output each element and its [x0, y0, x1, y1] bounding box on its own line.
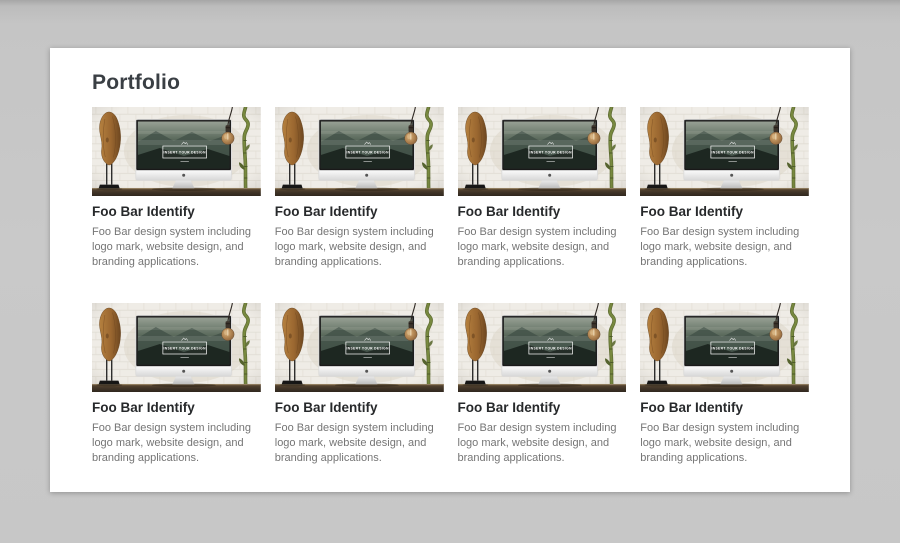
imac-mockup-image	[92, 107, 261, 196]
portfolio-card-title[interactable]: Foo Bar Identify	[92, 204, 261, 220]
portfolio-thumbnail[interactable]	[458, 107, 627, 196]
portfolio-card-title[interactable]: Foo Bar Identify	[640, 400, 809, 416]
portfolio-card: Foo Bar Identify Foo Bar design system i…	[640, 303, 809, 466]
portfolio-card-title[interactable]: Foo Bar Identify	[275, 204, 444, 220]
portfolio-thumbnail[interactable]	[640, 303, 809, 392]
portfolio-card-title[interactable]: Foo Bar Identify	[640, 204, 809, 220]
portfolio-card-title[interactable]: Foo Bar Identify	[458, 400, 627, 416]
portfolio-card-title[interactable]: Foo Bar Identify	[92, 400, 261, 416]
portfolio-card-description: Foo Bar design system including logo mar…	[640, 421, 809, 466]
imac-mockup-image	[458, 303, 627, 392]
portfolio-card: Foo Bar Identify Foo Bar design system i…	[458, 107, 627, 270]
portfolio-card: Foo Bar Identify Foo Bar design system i…	[640, 107, 809, 270]
portfolio-card: Foo Bar Identify Foo Bar design system i…	[92, 303, 261, 466]
imac-mockup-image	[458, 107, 627, 196]
imac-mockup-image	[640, 107, 809, 196]
portfolio-card-description: Foo Bar design system including logo mar…	[458, 421, 627, 466]
portfolio-card-title[interactable]: Foo Bar Identify	[275, 400, 444, 416]
portfolio-thumbnail[interactable]	[275, 303, 444, 392]
portfolio-card-description: Foo Bar design system including logo mar…	[640, 225, 809, 270]
portfolio-card-description: Foo Bar design system including logo mar…	[275, 225, 444, 270]
portfolio-panel: Portfolio Foo Bar Identify Foo Bar desig…	[50, 48, 850, 492]
portfolio-card-description: Foo Bar design system including logo mar…	[275, 421, 444, 466]
imac-mockup-image	[640, 303, 809, 392]
portfolio-card-description: Foo Bar design system including logo mar…	[92, 421, 261, 466]
portfolio-card: Foo Bar Identify Foo Bar design system i…	[458, 303, 627, 466]
portfolio-card-description: Foo Bar design system including logo mar…	[92, 225, 261, 270]
portfolio-card: Foo Bar Identify Foo Bar design system i…	[275, 303, 444, 466]
imac-mockup-image	[92, 303, 261, 392]
page-title: Portfolio	[92, 70, 809, 95]
portfolio-grid: Foo Bar Identify Foo Bar design system i…	[92, 107, 809, 466]
portfolio-thumbnail[interactable]	[458, 303, 627, 392]
portfolio-card-title[interactable]: Foo Bar Identify	[458, 204, 627, 220]
portfolio-card: Foo Bar Identify Foo Bar design system i…	[92, 107, 261, 270]
portfolio-thumbnail[interactable]	[92, 303, 261, 392]
imac-mockup-image	[275, 303, 444, 392]
portfolio-thumbnail[interactable]	[92, 107, 261, 196]
portfolio-thumbnail[interactable]	[640, 107, 809, 196]
portfolio-card: Foo Bar Identify Foo Bar design system i…	[275, 107, 444, 270]
portfolio-card-description: Foo Bar design system including logo mar…	[458, 225, 627, 270]
imac-mockup-image	[275, 107, 444, 196]
portfolio-thumbnail[interactable]	[275, 107, 444, 196]
